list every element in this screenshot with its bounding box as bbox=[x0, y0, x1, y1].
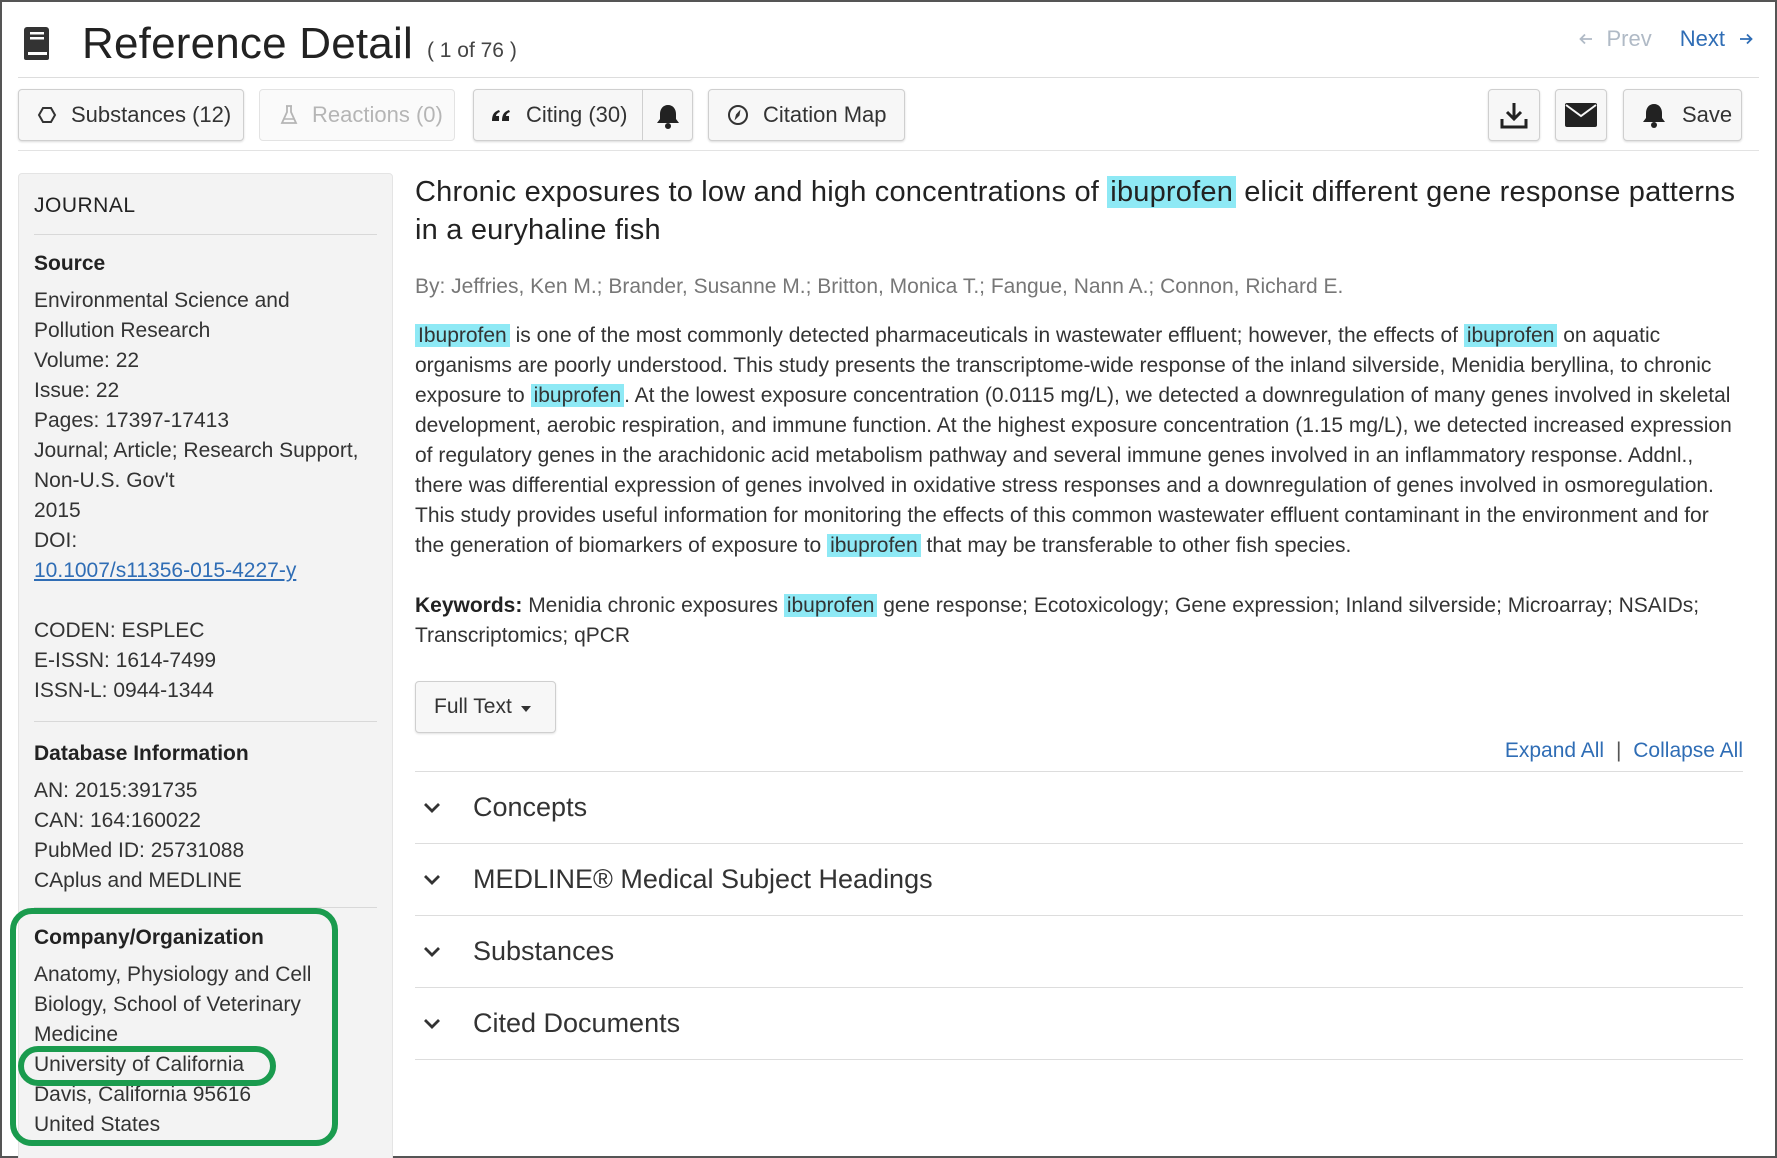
sidebar-heading: JOURNAL bbox=[34, 194, 136, 217]
bell-icon bbox=[1640, 101, 1668, 129]
chevron-down-icon bbox=[423, 1018, 443, 1030]
source-line: Issue: 22 bbox=[34, 379, 120, 402]
collapse-all-link[interactable]: Collapse All bbox=[1633, 739, 1743, 762]
section-label: Substances bbox=[473, 936, 615, 966]
doi-label: DOI: bbox=[34, 529, 78, 552]
source-label: Source bbox=[34, 252, 106, 275]
download-icon bbox=[1500, 103, 1528, 129]
search-highlight: ibuprofen bbox=[827, 534, 921, 557]
chevron-down-icon bbox=[423, 946, 443, 958]
databases: CAplus and MEDLINE bbox=[34, 869, 242, 892]
next-button[interactable]: Next bbox=[1680, 26, 1753, 52]
document-icon bbox=[24, 27, 49, 60]
flask-icon bbox=[280, 105, 298, 125]
section-label: MEDLINE® Medical Subject Headings bbox=[473, 864, 933, 894]
abstract-text: is one of the most commonly detected pha… bbox=[509, 324, 1464, 347]
bell-icon[interactable] bbox=[654, 102, 682, 136]
abstract: Ibuprofen is one of the most commonly de… bbox=[415, 321, 1743, 561]
page-title: Reference Detail bbox=[82, 19, 413, 68]
main-content: Chronic exposures to low and high concen… bbox=[415, 173, 1743, 1060]
coden: CODEN: ESPLEC bbox=[34, 619, 205, 642]
search-highlight: ibuprofen bbox=[783, 594, 878, 617]
section-cited-documents[interactable]: Cited Documents bbox=[415, 988, 1743, 1060]
toolbar-divider bbox=[18, 150, 1759, 151]
document-type: Journal; Article; Research Support, Non-… bbox=[34, 439, 359, 492]
citing-divider bbox=[642, 90, 643, 140]
separator: | bbox=[1615, 739, 1622, 762]
substances-label: Substances (12) bbox=[71, 102, 232, 127]
citation-map-label: Citation Map bbox=[763, 102, 887, 127]
prev-button[interactable]: Prev bbox=[1578, 26, 1652, 52]
chevron-down-icon bbox=[423, 874, 443, 886]
citing-label: Citing (30) bbox=[526, 102, 628, 127]
arrow-right-icon bbox=[1740, 33, 1753, 45]
reactions-label: Reactions (0) bbox=[312, 102, 443, 127]
organization-highlight-box bbox=[10, 908, 338, 1146]
quote-icon bbox=[490, 107, 512, 123]
eissn: E-ISSN: 1614-7499 bbox=[34, 649, 217, 672]
download-button[interactable] bbox=[1488, 89, 1540, 141]
keywords: Keywords: Menidia chronic exposures ibup… bbox=[415, 591, 1743, 651]
record-counter: ( 1 of 76 ) bbox=[426, 39, 517, 62]
article-title: Chronic exposures to low and high concen… bbox=[415, 173, 1743, 249]
substances-button[interactable]: Substances (12) bbox=[18, 89, 244, 141]
search-highlight: ibuprofen bbox=[1463, 324, 1558, 347]
source-line: Pages: 17397-17413 bbox=[34, 409, 229, 432]
expand-collapse-controls: Expand All | Collapse All bbox=[415, 739, 1743, 763]
issnl: ISSN-L: 0944-1344 bbox=[34, 679, 214, 702]
full-text-dropdown[interactable]: Full Text bbox=[415, 681, 556, 733]
search-highlight: ibuprofen bbox=[1107, 176, 1237, 208]
hexagon-icon bbox=[37, 105, 57, 125]
database-info-label: Database Information bbox=[34, 742, 249, 765]
full-text-label: Full Text bbox=[434, 695, 512, 718]
can-number: CAN: 164:160022 bbox=[34, 809, 201, 832]
sidebar-divider bbox=[34, 721, 377, 722]
header-divider bbox=[18, 77, 1759, 78]
section-label: Concepts bbox=[473, 792, 588, 822]
source-line: Volume: 22 bbox=[34, 349, 140, 372]
section-label: Cited Documents bbox=[473, 1008, 681, 1038]
section-substances[interactable]: Substances bbox=[415, 916, 1743, 988]
source-line: Environmental Science and bbox=[34, 289, 290, 312]
source-details: Environmental Science and Pollution Rese… bbox=[34, 286, 384, 706]
envelope-icon bbox=[1565, 103, 1597, 127]
source-line: Pollution Research bbox=[34, 319, 211, 342]
page-header: Reference Detail ( 1 of 76 ) Prev Next bbox=[18, 12, 1759, 76]
prev-label: Prev bbox=[1606, 26, 1652, 51]
abstract-text: that may be transferable to other fish s… bbox=[920, 534, 1352, 557]
search-highlight: ibuprofen bbox=[530, 384, 625, 407]
save-label: Save bbox=[1682, 102, 1733, 127]
compass-icon bbox=[727, 104, 749, 126]
publication-year: 2015 bbox=[34, 499, 81, 522]
next-label: Next bbox=[1679, 26, 1725, 51]
university-highlight-oval bbox=[18, 1046, 276, 1086]
accession-number: AN: 2015:391735 bbox=[34, 779, 198, 802]
search-highlight: Ibuprofen bbox=[415, 324, 510, 347]
keywords-label: Keywords: bbox=[415, 594, 523, 617]
save-button[interactable]: Save bbox=[1623, 89, 1742, 141]
reactions-button[interactable]: Reactions (0) bbox=[259, 89, 455, 141]
toolbar: Substances (12) Reactions (0) Citing (30… bbox=[18, 89, 1759, 141]
email-button[interactable] bbox=[1555, 89, 1607, 141]
pubmed-id: PubMed ID: 25731088 bbox=[34, 839, 245, 862]
chevron-down-icon bbox=[423, 802, 443, 814]
pager: Prev Next bbox=[1578, 26, 1754, 52]
keywords-text: Menidia chronic exposures bbox=[522, 594, 784, 617]
citation-map-button[interactable]: Citation Map bbox=[708, 89, 905, 141]
expand-all-link[interactable]: Expand All bbox=[1505, 739, 1604, 762]
collapsible-sections: Concepts MEDLINE® Medical Subject Headin… bbox=[415, 771, 1743, 1060]
section-concepts[interactable]: Concepts bbox=[415, 772, 1743, 844]
citing-button[interactable]: Citing (30) bbox=[473, 89, 693, 141]
authors: By: Jeffries, Ken M.; Brander, Susanne M… bbox=[415, 275, 1344, 298]
doi-link[interactable]: 10.1007/s11356-015-4227-y bbox=[34, 559, 296, 582]
arrow-left-icon bbox=[1578, 33, 1592, 45]
section-medline-headings[interactable]: MEDLINE® Medical Subject Headings bbox=[415, 844, 1743, 916]
sidebar-divider bbox=[34, 234, 377, 235]
title-text: Chronic exposures to low and high concen… bbox=[415, 176, 1108, 208]
caret-down-icon bbox=[520, 705, 531, 712]
abstract-text: . At the lowest exposure concentration (… bbox=[415, 384, 1732, 557]
database-info: AN: 2015:391735 CAN: 164:160022 PubMed I… bbox=[34, 776, 384, 896]
